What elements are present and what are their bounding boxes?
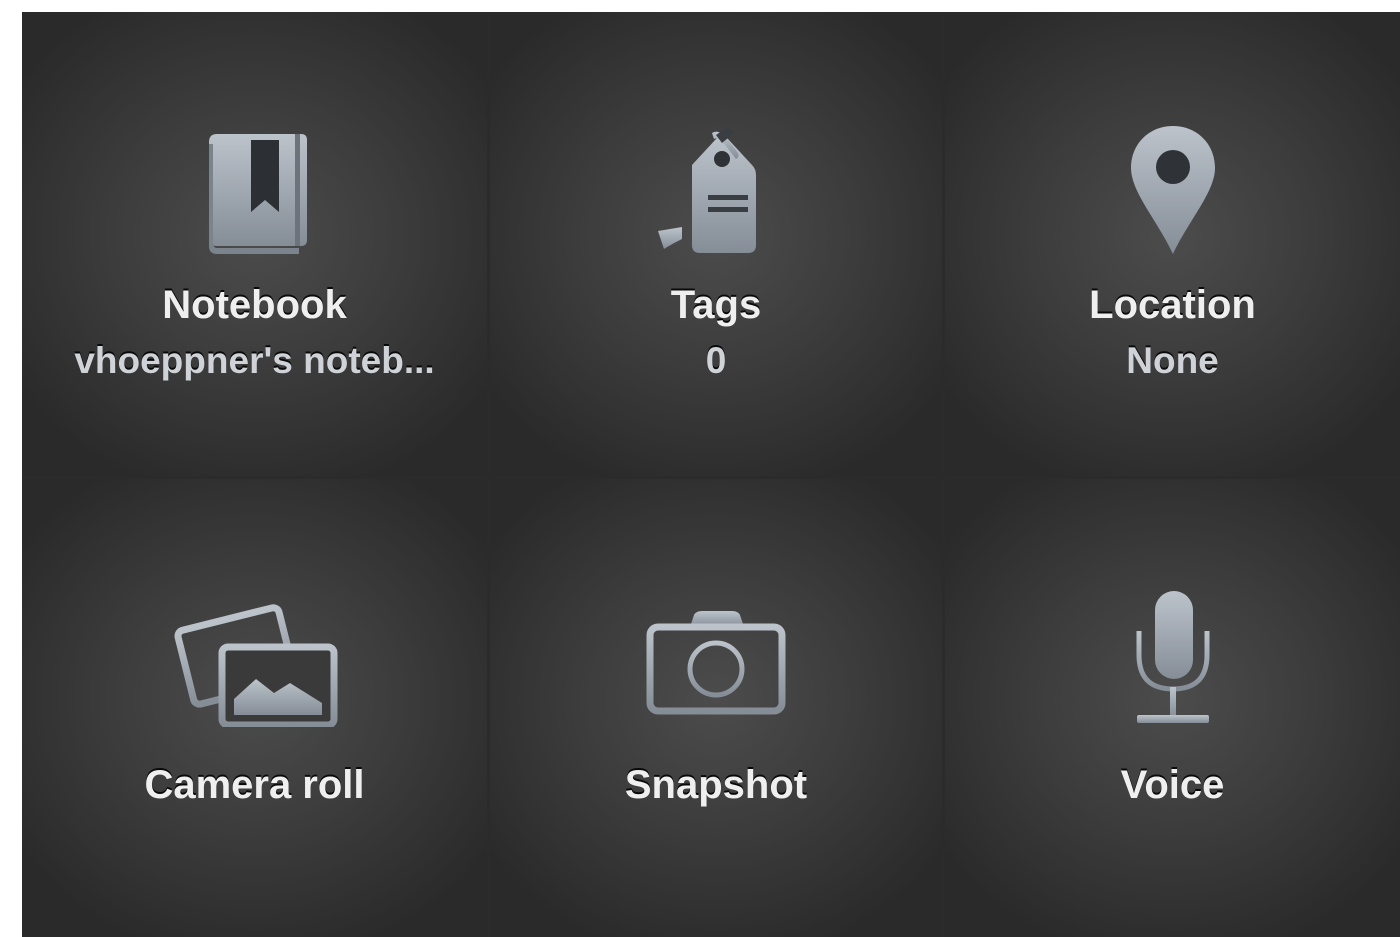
location-value: None xyxy=(1126,340,1219,381)
voice-option[interactable]: Voice xyxy=(945,479,1400,937)
new-note-options-panel: Notebook vhoeppner's noteb... Tags 0 Loc… xyxy=(22,12,1400,937)
snapshot-option[interactable]: Snapshot xyxy=(490,479,942,937)
notebook-value: vhoeppner's noteb... xyxy=(74,340,435,381)
notebook-label: Notebook xyxy=(162,283,347,327)
tag-icon xyxy=(656,127,776,257)
tags-count: 0 xyxy=(705,340,727,381)
location-option[interactable]: Location None xyxy=(945,12,1400,476)
snapshot-label: Snapshot xyxy=(624,763,808,807)
notebook-icon xyxy=(199,130,311,256)
location-label: Location xyxy=(1089,283,1256,327)
location-pin-icon xyxy=(1125,122,1221,258)
microphone-icon xyxy=(1131,587,1215,729)
camera-icon xyxy=(644,607,788,717)
tags-label: Tags xyxy=(670,283,762,327)
tags-option[interactable]: Tags 0 xyxy=(490,12,942,476)
voice-label: Voice xyxy=(1120,763,1225,807)
photos-icon xyxy=(170,597,340,727)
camera-roll-option[interactable]: Camera roll xyxy=(22,479,487,937)
camera-roll-label: Camera roll xyxy=(144,763,365,807)
notebook-option[interactable]: Notebook vhoeppner's noteb... xyxy=(22,12,487,476)
